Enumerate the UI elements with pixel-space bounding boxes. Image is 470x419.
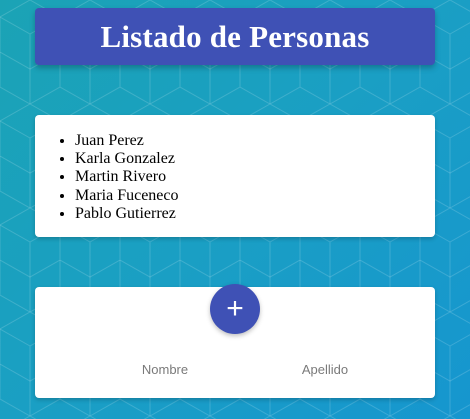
add-person-form: + — [35, 284, 435, 398]
add-person-button[interactable]: + — [210, 284, 260, 334]
person-list-item[interactable]: Maria Fuceneco — [75, 187, 435, 205]
person-list-card: Juan Perez Karla Gonzalez Martin Rivero … — [35, 115, 435, 237]
person-list-item[interactable]: Pablo Gutierrez — [75, 205, 435, 223]
person-list-item[interactable]: Juan Perez — [75, 132, 435, 150]
apellido-input[interactable] — [250, 359, 400, 379]
person-list: Juan Perez Karla Gonzalez Martin Rivero … — [35, 115, 435, 223]
person-list-item[interactable]: Karla Gonzalez — [75, 150, 435, 168]
page-title: Listado de Personas — [100, 18, 370, 54]
nombre-input[interactable] — [90, 359, 240, 379]
person-list-item[interactable]: Martin Rivero — [75, 168, 435, 186]
title-card: Listado de Personas — [35, 8, 435, 65]
